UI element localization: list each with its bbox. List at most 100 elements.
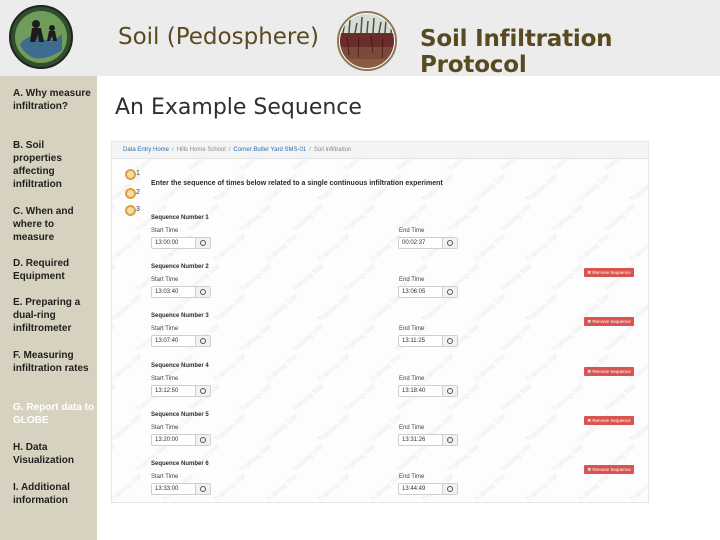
ring-2-label: 2 [136, 189, 140, 196]
watermark-text: Training Site [525, 173, 559, 204]
end-time-value: 13:11:25 [402, 338, 425, 345]
start-time-input[interactable]: 13:07:40 [151, 335, 211, 348]
clock-icon[interactable] [195, 336, 210, 347]
start-time-input[interactable]: 13:03:40 [151, 286, 211, 299]
instruction-text: Enter the sequence of times below relate… [151, 180, 443, 187]
sequence-row: Sequence Number 1 Start Time 13:00:00 End T… [112, 215, 648, 264]
start-time-input[interactable]: 13:33:00 [151, 483, 211, 495]
data-entry-screenshot: Training Site Training Site Training Site T… [111, 141, 649, 503]
end-time-label: End Time [399, 474, 425, 480]
watermark-text: Training Site [213, 173, 247, 204]
sequence-row: Sequence Number 2 Start Time 13:03:40 ✖ Rem… [112, 264, 648, 313]
header-bar: Soil (Pedosphere) Soil Infiltration Prot… [0, 0, 720, 78]
watermark-text: Training Site [473, 173, 507, 204]
ring-1-label: 1 [136, 170, 140, 177]
end-time-value: 13:44:49 [402, 486, 426, 492]
remove-sequence-button[interactable]: ✖ Remove Sequence [584, 415, 634, 425]
watermark-text: Training Site [577, 173, 611, 204]
sidebar-nav: A. Why measure infiltration? B. Soil pro… [0, 76, 97, 540]
sequence-row: Sequence Number 5 Start Time 13:20:00 ✖ Rem… [112, 411, 648, 461]
clock-icon[interactable] [442, 434, 457, 445]
sidebar-item-a[interactable]: A. Why measure infiltration? [13, 87, 95, 113]
sequence-title: Sequence Number 5 [151, 411, 209, 418]
start-time-label: Start Time [151, 277, 179, 284]
clock-icon[interactable] [442, 484, 457, 494]
protocol-title: Soil Infiltration Protocol [420, 26, 613, 78]
start-time-label: Start Time [151, 375, 179, 382]
remove-sequence-button[interactable]: ✖ Remove Sequence [584, 366, 634, 376]
end-time-input[interactable]: 13:18:40 [398, 384, 458, 397]
sidebar-item-i[interactable]: I. Additional information [13, 481, 95, 507]
clock-icon[interactable] [442, 238, 457, 248]
sidebar-item-b[interactable]: B. Soil properties affecting infiltratio… [13, 139, 95, 191]
start-time-label: Start Time [151, 228, 179, 234]
watermark-text: Training Site [317, 173, 351, 204]
sequence-title: Sequence Number 6 [151, 461, 209, 467]
end-time-label: End Time [399, 375, 425, 382]
end-time-label: End Time [399, 424, 425, 431]
start-time-value: 13:20:00 [155, 436, 179, 443]
start-time-input[interactable]: 13:12:50 [151, 384, 211, 397]
start-time-input[interactable]: 13:20:00 [151, 433, 211, 446]
clock-icon[interactable] [195, 385, 210, 396]
breadcrumb-separator: / [172, 147, 174, 153]
end-time-label: End Time [399, 277, 425, 284]
clock-icon[interactable] [442, 336, 457, 347]
sequence-title: Sequence Number 3 [151, 313, 209, 320]
end-time-value: 13:31:26 [402, 436, 426, 443]
sidebar-item-f[interactable]: F. Measuring infiltration rates [13, 349, 95, 375]
end-time-input[interactable]: 13:11:25 [398, 335, 458, 348]
watermark-text: Training Site [161, 173, 195, 204]
breadcrumb-link-site[interactable]: Corner Butler Yard SMS-01 [233, 147, 306, 153]
sidebar-item-e[interactable]: E. Preparing a dual-ring infiltrometer [13, 296, 95, 335]
watermark-text: Training Site [421, 173, 455, 204]
start-time-label: Start Time [151, 424, 179, 431]
start-time-value: 13:12:50 [155, 387, 179, 394]
breadcrumb-link-data-entry-home[interactable]: Data Entry Home [123, 147, 169, 153]
start-time-value: 13:07:40 [155, 338, 179, 345]
remove-sequence-button[interactable]: ✖ Remove Sequence [584, 268, 634, 278]
watermark-text: Training Site [369, 173, 403, 204]
end-time-input[interactable]: 13:06:05 [398, 286, 458, 299]
start-time-value: 13:00:00 [155, 240, 179, 246]
watermark-text: Training Site [629, 173, 649, 204]
ring-3-label: 3 [136, 206, 140, 213]
end-time-input[interactable]: 13:44:49 [398, 483, 458, 495]
sequence-row: Sequence Number 6 Start Time 13:33:00 ✖ Rem… [112, 461, 648, 502]
clock-icon[interactable] [195, 484, 210, 494]
start-time-label: Start Time [151, 474, 179, 480]
breadcrumb-link-school[interactable]: Hills Home School [177, 147, 226, 153]
start-time-value: 13:03:40 [155, 289, 179, 296]
globe-program-logo-icon [9, 5, 73, 69]
end-time-label: End Time [399, 228, 425, 234]
breadcrumb-current: Soil infiltration [313, 147, 352, 153]
sidebar-item-h[interactable]: H. Data Visualization [13, 441, 95, 467]
slide-heading: An Example Sequence [115, 95, 362, 120]
sequence-title: Sequence Number 4 [151, 362, 209, 369]
end-time-value: 13:06:05 [402, 289, 426, 296]
start-time-value: 13:33:00 [155, 486, 179, 492]
sidebar-item-c[interactable]: C. When and where to measure [13, 205, 95, 244]
breadcrumb: Data Entry Home / Hills Home School / Corner… [112, 142, 648, 159]
sequence-row: Sequence Number 3 Start Time 13:07:40 ✖ Rem… [112, 313, 648, 362]
clock-icon[interactable] [442, 385, 457, 396]
end-time-label: End Time [399, 326, 425, 333]
sequence-title: Sequence Number 2 [151, 264, 209, 271]
end-time-input[interactable]: 13:31:26 [398, 433, 458, 446]
end-time-value: 00:02:37 [402, 240, 426, 246]
remove-sequence-button[interactable]: ✖ Remove Sequence [584, 465, 634, 474]
soil-profile-badge-icon [337, 11, 397, 71]
sidebar-item-g[interactable]: G. Report data to GLOBE [13, 401, 95, 427]
clock-icon[interactable] [195, 434, 210, 445]
end-time-value: 13:18:40 [402, 387, 426, 394]
remove-sequence-button[interactable]: ✖ Remove Sequence [584, 317, 634, 327]
clock-icon[interactable] [195, 287, 210, 298]
end-time-input[interactable]: 00:02:37 [398, 237, 458, 249]
sequence-row: Sequence Number 4 Start Time 13:12:50 ✖ Rem… [112, 362, 648, 412]
sidebar-item-d[interactable]: D. Required Equipment [13, 257, 95, 283]
clock-icon[interactable] [195, 238, 210, 248]
ring-2-icon[interactable]: 2 [123, 187, 142, 200]
start-time-input[interactable]: 13:00:00 [151, 237, 211, 249]
clock-icon[interactable] [442, 287, 457, 298]
ring-1-icon[interactable]: 1 [123, 168, 142, 181]
